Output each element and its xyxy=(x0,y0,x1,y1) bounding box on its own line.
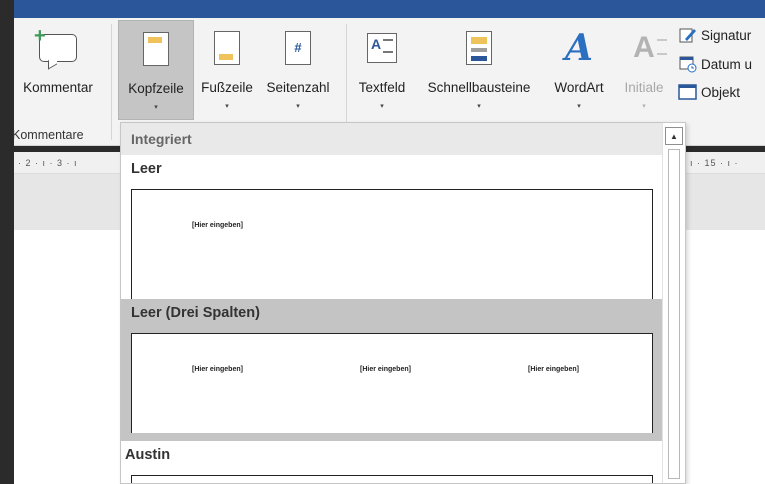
header-page-icon xyxy=(143,32,169,66)
schnellbausteine-button[interactable]: Schnellbausteine ▾ xyxy=(416,20,542,120)
initiale-label: Initiale xyxy=(624,80,664,95)
schnellbausteine-label: Schnellbausteine xyxy=(427,80,531,95)
chevron-down-icon: ▾ xyxy=(642,103,646,110)
placeholder-text: [Hier eingeben] xyxy=(360,366,411,373)
gallery-item-leer-drei-spalten[interactable]: Leer (Drei Spalten) [Hier eingeben] [Hie… xyxy=(121,299,662,441)
gallery-section-header: Integriert xyxy=(121,123,662,155)
kommentar-label: Kommentar xyxy=(23,80,93,95)
header-preview: [Hier eingeben] [Hier eingeben] [Hier ei… xyxy=(131,333,653,433)
seitenzahl-button[interactable]: # Seitenzahl ▾ xyxy=(260,20,336,120)
quick-parts-icon xyxy=(466,31,492,65)
textfeld-button[interactable]: A Textfeld ▾ xyxy=(352,20,412,120)
datum-label: Datum u xyxy=(701,56,753,72)
signatur-button[interactable]: Signatur xyxy=(678,24,751,46)
gallery-item-label: Leer xyxy=(131,161,162,177)
gallery-item-leer[interactable]: Leer [Hier eingeben] xyxy=(121,155,662,299)
fusszeile-button[interactable]: Fußzeile ▾ xyxy=(194,20,260,120)
ruler-marks-right: ı · 15 · ı · xyxy=(690,158,739,168)
textbox-icon: A xyxy=(367,33,397,63)
scroll-up-arrow-icon[interactable]: ▲ xyxy=(665,127,683,145)
wordart-button[interactable]: A WordArt ▾ xyxy=(544,20,614,120)
chevron-down-icon: ▾ xyxy=(380,103,384,110)
gallery-scrollbar[interactable]: ▲ xyxy=(662,123,685,483)
initiale-button[interactable]: A Initiale ▾ xyxy=(617,20,671,120)
chevron-down-icon: ▾ xyxy=(477,103,481,110)
gallery-item-label: Austin xyxy=(125,447,171,463)
gallery-item-label: Leer (Drei Spalten) xyxy=(131,305,260,321)
placeholder-text: [Hier eingeben] xyxy=(192,366,243,373)
calendar-clock-icon xyxy=(678,55,698,73)
title-bar xyxy=(14,0,765,18)
chevron-down-icon: ▾ xyxy=(154,104,158,111)
kopfzeile-button[interactable]: Kopfzeile ▾ xyxy=(118,20,194,120)
object-icon xyxy=(678,83,698,101)
group-label-kommentare: Kommentare xyxy=(12,128,84,142)
chevron-down-icon: ▾ xyxy=(225,103,229,110)
objekt-label: Objekt xyxy=(701,84,741,100)
header-preview xyxy=(131,475,653,483)
kommentar-button[interactable]: + Kommentar xyxy=(12,20,104,120)
signature-pen-icon xyxy=(678,26,698,44)
header-preview: [Hier eingeben] xyxy=(131,189,653,299)
wordart-icon: A xyxy=(565,27,593,69)
chevron-down-icon: ▾ xyxy=(296,103,300,110)
textfeld-label: Textfeld xyxy=(358,80,406,95)
signatur-label: Signatur xyxy=(701,27,752,43)
fusszeile-label: Fußzeile xyxy=(201,80,253,95)
chevron-down-icon: ▾ xyxy=(577,103,581,110)
ruler-marks-left: · 2 · ı · 3 · ı xyxy=(18,158,78,168)
header-gallery-dropdown: Integriert Leer [Hier eingeben] Leer (Dr… xyxy=(120,122,686,484)
kopfzeile-label: Kopfzeile xyxy=(128,81,184,96)
page-number-icon: # xyxy=(285,31,311,65)
drop-cap-icon: A xyxy=(633,31,668,65)
datum-button[interactable]: Datum u xyxy=(678,53,752,75)
placeholder-text: [Hier eingeben] xyxy=(528,366,579,373)
group-separator xyxy=(111,24,112,140)
wordart-label: WordArt xyxy=(554,80,604,95)
scroll-track[interactable] xyxy=(668,149,680,479)
seitenzahl-label: Seitenzahl xyxy=(266,80,330,95)
objekt-button[interactable]: Objekt xyxy=(678,81,740,103)
gallery-item-austin[interactable]: Austin xyxy=(121,441,662,483)
footer-page-icon xyxy=(214,31,240,65)
placeholder-text: [Hier eingeben] xyxy=(192,222,243,229)
new-comment-icon: + xyxy=(34,25,77,62)
